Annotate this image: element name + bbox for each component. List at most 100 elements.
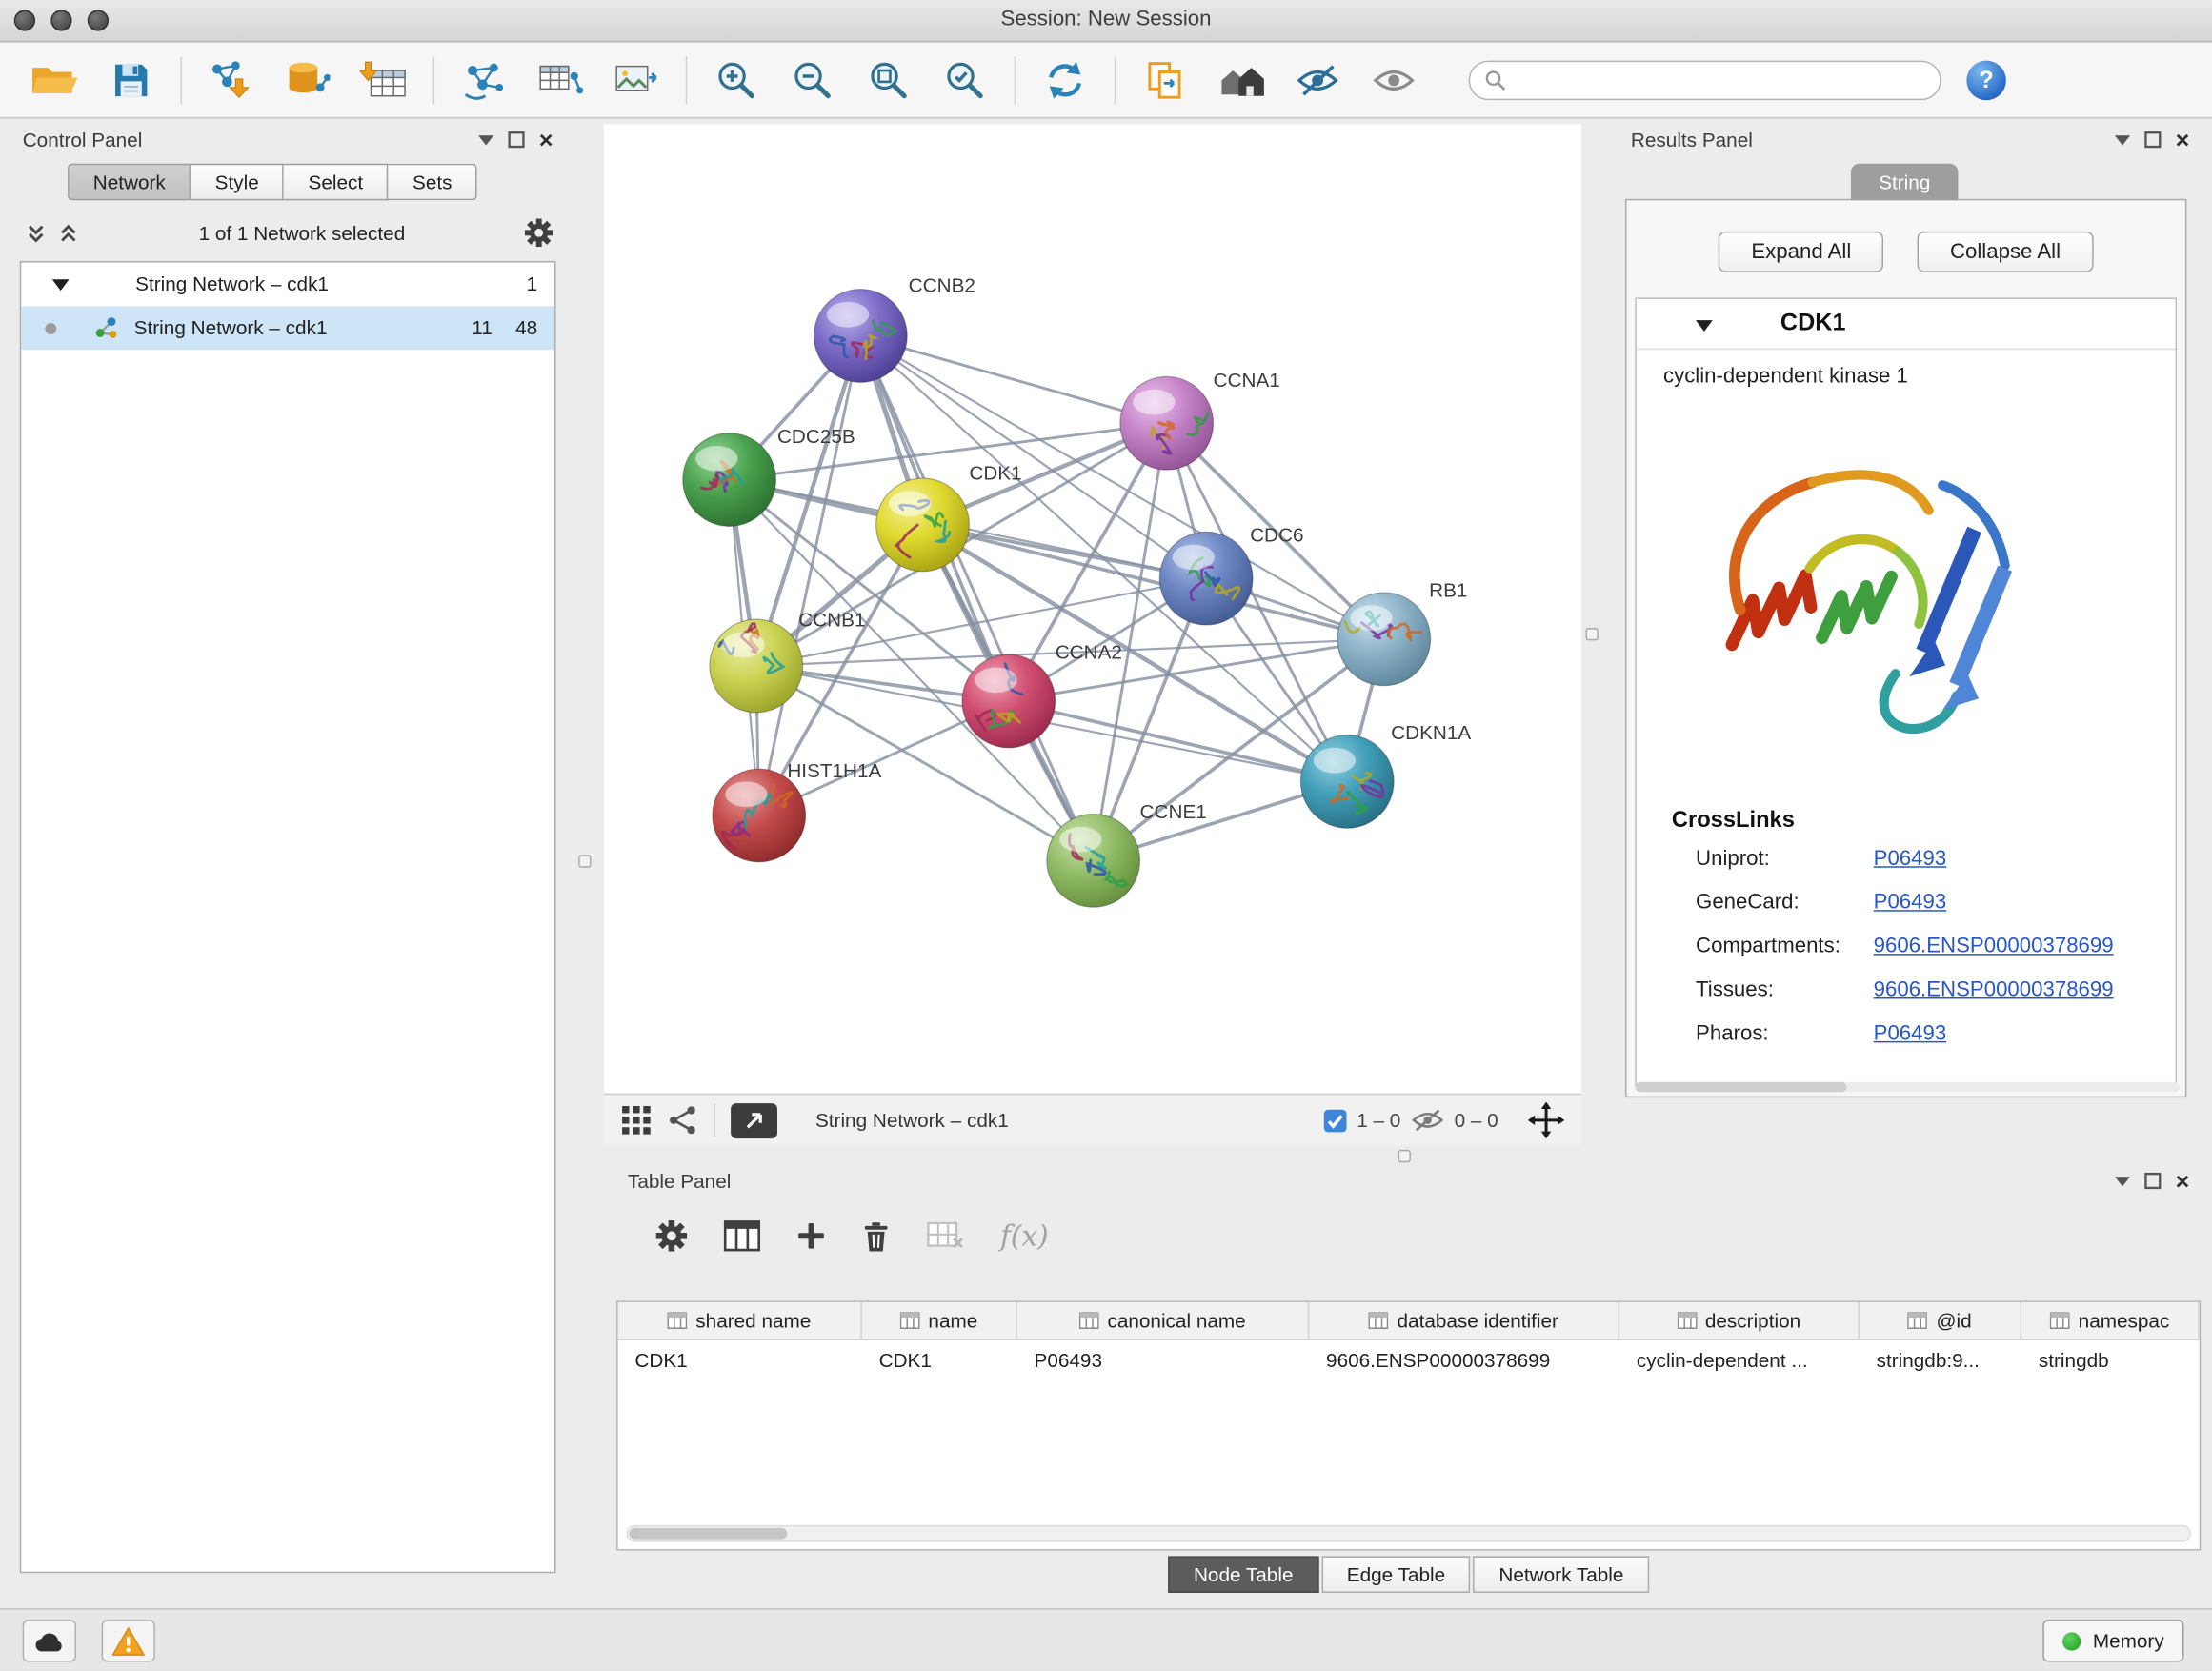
network-canvas[interactable]: CCNB2CCNA1CDC25BCDK1CDC6RB1CCNB1CCNA2CDK…: [604, 124, 1581, 1093]
crosslink-genecard[interactable]: P06493: [1874, 890, 1947, 914]
tab-sets[interactable]: Sets: [389, 164, 477, 201]
cell-shared-name[interactable]: CDK1: [618, 1340, 862, 1379]
tab-string[interactable]: String: [1851, 164, 1959, 201]
expand-all-icon[interactable]: [58, 222, 79, 243]
tab-style[interactable]: Style: [191, 164, 284, 201]
warnings-button[interactable]: [102, 1620, 155, 1661]
import-network-from-file-button[interactable]: [199, 49, 264, 111]
cell-canonical-name[interactable]: P06493: [1017, 1340, 1310, 1379]
network-node-CCNB1[interactable]: [710, 619, 803, 713]
panel-close-icon[interactable]: ×: [2176, 128, 2190, 151]
tab-select[interactable]: Select: [284, 164, 388, 201]
tab-node-table[interactable]: Node Table: [1168, 1556, 1318, 1593]
cell-description[interactable]: cyclin-dependent ...: [1619, 1340, 1860, 1379]
network-node-CCNA1[interactable]: [1120, 376, 1214, 470]
panel-menu-icon[interactable]: [478, 134, 493, 144]
birdseye-view-button[interactable]: [731, 1102, 777, 1137]
network-node-CCNA2[interactable]: [962, 654, 1056, 748]
panel-close-icon[interactable]: ×: [539, 128, 553, 151]
column-header-shared-name[interactable]: shared name: [618, 1302, 862, 1339]
network-node-HIST1H1A[interactable]: [713, 769, 806, 862]
tree-item-collection[interactable]: String Network – cdk1 1: [21, 262, 554, 306]
gear-icon[interactable]: [525, 219, 553, 248]
copy-button[interactable]: [1133, 49, 1197, 111]
zoom-in-button[interactable]: [704, 49, 769, 111]
network-node-CDK1[interactable]: [876, 478, 970, 572]
crosslink-compartments[interactable]: 9606.ENSP00000378699: [1874, 934, 2114, 957]
column-header-database-identifier[interactable]: database identifier: [1309, 1302, 1619, 1339]
function-builder-button[interactable]: f(x): [1000, 1218, 1049, 1253]
save-session-button[interactable]: [99, 49, 164, 111]
panel-float-icon[interactable]: [2144, 1173, 2162, 1190]
cell-id[interactable]: stringdb:9...: [1860, 1340, 2021, 1379]
import-table-from-file-button[interactable]: [352, 49, 416, 111]
column-header-name[interactable]: name: [862, 1302, 1017, 1339]
column-header-namespace[interactable]: namespac: [2021, 1302, 2200, 1339]
tab-edge-table[interactable]: Edge Table: [1321, 1556, 1471, 1593]
scrollbar-thumb[interactable]: [1635, 1082, 1846, 1092]
zoom-fit-button[interactable]: [856, 49, 921, 111]
collapse-triangle-icon[interactable]: [1696, 320, 1713, 332]
panel-float-icon[interactable]: [2144, 131, 2162, 149]
pan-crosshair-icon[interactable]: [1528, 1102, 1565, 1139]
zoom-out-button[interactable]: [780, 49, 845, 111]
search-field[interactable]: [1469, 60, 1941, 99]
network-node-CDC25B[interactable]: [683, 433, 776, 527]
panel-float-icon[interactable]: [508, 131, 525, 149]
scrollbar-thumb[interactable]: [629, 1528, 787, 1540]
help-button[interactable]: ?: [1966, 60, 2005, 99]
hide-selected-button[interactable]: [1285, 49, 1350, 111]
panel-menu-icon[interactable]: [2115, 134, 2130, 144]
cell-database-identifier[interactable]: 9606.ENSP00000378699: [1309, 1340, 1619, 1379]
show-all-button[interactable]: [1361, 49, 1426, 111]
panel-menu-icon[interactable]: [2115, 1176, 2130, 1185]
refresh-button[interactable]: [1033, 49, 1097, 111]
add-column-icon[interactable]: [797, 1221, 826, 1250]
left-splitter-handle[interactable]: [578, 855, 591, 867]
protein-entry-header[interactable]: CDK1: [1637, 299, 2176, 350]
grid-view-icon[interactable]: [621, 1105, 653, 1137]
cell-name[interactable]: CDK1: [862, 1340, 1017, 1379]
panel-close-icon[interactable]: ×: [2176, 1169, 2190, 1193]
new-network-button[interactable]: [452, 49, 516, 111]
delete-column-trash-icon[interactable]: [862, 1219, 891, 1252]
tree-item-network[interactable]: String Network – cdk1 11 48: [21, 306, 554, 350]
collapse-all-icon[interactable]: [26, 222, 47, 243]
collapse-all-button[interactable]: Collapse All: [1918, 232, 2093, 272]
tab-network[interactable]: Network: [68, 164, 191, 201]
import-network-from-database-button[interactable]: [275, 49, 340, 111]
network-list-icon[interactable]: [667, 1105, 698, 1137]
cell-namespace[interactable]: stringdb: [2021, 1340, 2200, 1379]
network-edge-CCNB2-CCNA1[interactable]: [860, 335, 1166, 423]
network-edge-CCNB2-HIST1H1A[interactable]: [759, 335, 861, 815]
cloud-status-button[interactable]: [23, 1620, 76, 1661]
zoom-selected-button[interactable]: [933, 49, 997, 111]
network-node-CCNE1[interactable]: [1047, 814, 1140, 907]
column-header-id[interactable]: @id: [1860, 1302, 2021, 1339]
table-horizontal-scrollbar[interactable]: [627, 1525, 2191, 1542]
network-edge-CCNA2-CDKN1A[interactable]: [1009, 701, 1347, 781]
horizontal-splitter-handle[interactable]: [1398, 1150, 1411, 1162]
memory-button[interactable]: Memory: [2043, 1620, 2183, 1661]
search-input[interactable]: [1517, 69, 1925, 91]
network-node-CDKN1A[interactable]: [1300, 735, 1394, 829]
column-header-canonical-name[interactable]: canonical name: [1017, 1302, 1310, 1339]
network-edge-CCNB2-CCNE1[interactable]: [860, 335, 1093, 860]
hidden-eye-slash-icon[interactable]: [1411, 1108, 1445, 1134]
column-header-description[interactable]: description: [1619, 1302, 1860, 1339]
crosslink-tissues[interactable]: 9606.ENSP00000378699: [1874, 977, 2114, 1001]
crosslink-pharos[interactable]: P06493: [1874, 1021, 1947, 1045]
network-node-RB1[interactable]: [1333, 593, 1430, 686]
network-node-CDC6[interactable]: [1159, 532, 1253, 625]
expand-triangle-icon[interactable]: [52, 279, 70, 291]
open-session-button[interactable]: [23, 49, 88, 111]
home-button[interactable]: [1209, 49, 1274, 111]
crosslink-uniprot[interactable]: P06493: [1874, 847, 1947, 871]
table-row[interactable]: CDK1 CDK1 P06493 9606.ENSP00000378699 cy…: [618, 1340, 2200, 1379]
results-horizontal-scrollbar[interactable]: [1635, 1082, 2180, 1092]
new-network-from-table-button[interactable]: [528, 49, 593, 111]
tab-network-table[interactable]: Network Table: [1474, 1556, 1649, 1593]
network-node-CCNB2[interactable]: [814, 290, 907, 383]
table-settings-gear-icon[interactable]: [656, 1220, 688, 1252]
show-columns-icon[interactable]: [724, 1220, 761, 1252]
